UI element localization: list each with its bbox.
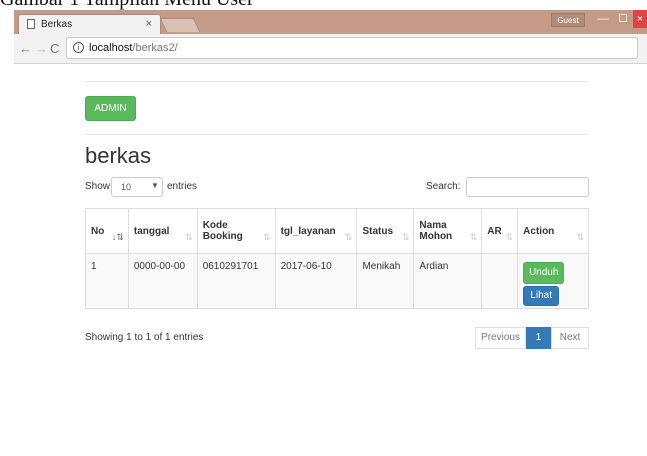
doc-icon [27, 19, 35, 29]
sort-icon: ⇅ [344, 232, 353, 242]
table-row: 1 0000-00-00 0610291701 2017-06-10 Menik… [85, 253, 589, 309]
pagination-page-1[interactable]: 1 [526, 327, 551, 349]
sort-icon: ⇅ [263, 232, 271, 242]
pagination-next[interactable]: Next [551, 327, 589, 349]
tab-close-icon[interactable]: × [146, 18, 152, 30]
back-icon[interactable]: ← [19, 41, 32, 56]
column-header-tanggal[interactable]: tanggal ⇅ [127, 208, 198, 254]
cell-tanggal: 0000-00-00 [127, 253, 198, 309]
sort-icon: ⇅ [576, 232, 584, 242]
admin-button[interactable]: ADMIN [85, 96, 136, 121]
table-info: Showing 1 to 1 of 1 entries [85, 332, 204, 343]
titlebar: Berkas × Guest — ☐ × [14, 10, 647, 34]
cell-kode-booking: 0610291701 [196, 253, 276, 309]
cell-ar [481, 253, 519, 309]
berkas-table: No ↓⇅ tanggal ⇅ Kode Booking ⇅ tgl_layanan ⇅… [85, 208, 589, 309]
cell-action: Unduh Lihat [517, 253, 589, 309]
browser-tab[interactable]: Berkas × [18, 14, 161, 34]
entries-value: 10 [121, 182, 132, 192]
forward-icon[interactable]: → [35, 41, 48, 56]
lihat-button[interactable]: Lihat [523, 286, 560, 306]
sort-icon: ⇅ [401, 232, 410, 242]
column-header-nama-mohon[interactable]: Nama Mohon ⇅ [413, 208, 483, 254]
info-icon[interactable]: i [73, 42, 84, 53]
column-header-status[interactable]: Status ⇅ [356, 208, 415, 254]
url-text: localhost/berkas2/ [89, 42, 178, 54]
url-path: /berkas2/ [132, 42, 178, 54]
cell-no: 1 [85, 253, 129, 309]
cell-status: Menikah [356, 253, 415, 309]
column-header-no[interactable]: No ↓⇅ [85, 208, 129, 254]
address-bar[interactable]: i localhost/berkas2/ [66, 37, 638, 59]
column-header-tgl-layanan[interactable]: tgl_layanan ⇅ [274, 208, 358, 254]
sort-asc-icon: ↓⇅ [111, 232, 124, 242]
cell-tgl-layanan: 2017-06-10 [274, 253, 358, 309]
cell-nama-mohon: Ardian [413, 253, 483, 309]
tab-title: Berkas [41, 19, 73, 30]
menu-icon[interactable]: ⋮ [642, 40, 647, 56]
column-header-action[interactable]: Action ⇅ [517, 208, 589, 254]
table-header-row: No ↓⇅ tanggal ⇅ Kode Booking ⇅ tgl_layanan ⇅… [85, 208, 589, 254]
guest-badge[interactable]: Guest [551, 13, 585, 27]
reload-icon[interactable]: C [50, 41, 59, 56]
sort-icon: ⇅ [185, 232, 193, 242]
page-content: ADMIN berkas Show 10 ▼ entries Search: N… [14, 64, 647, 456]
column-header-ar[interactable]: AR ⇅ [481, 208, 519, 254]
minimize-button[interactable]: — [593, 10, 613, 28]
search-input[interactable] [466, 177, 589, 197]
page-title: berkas [85, 143, 152, 168]
show-label: Show [85, 181, 111, 192]
top-divider [85, 81, 589, 82]
unduh-button[interactable]: Unduh [523, 262, 565, 284]
close-window-button[interactable]: × [633, 10, 647, 28]
browser-window: Berkas × Guest — ☐ × ← → C i localhost/b… [14, 10, 647, 456]
sort-icon: ⇅ [469, 232, 478, 242]
pagination-previous[interactable]: Previous [475, 327, 526, 349]
entries-select[interactable]: 10 ▼ [111, 177, 163, 197]
chevron-down-icon: ▼ [151, 181, 159, 190]
omnibar: ← → C i localhost/berkas2/ ⋮ [14, 34, 647, 64]
url-host: localhost [89, 42, 133, 54]
admin-divider [85, 134, 589, 135]
column-header-kode-booking[interactable]: Kode Booking ⇅ [196, 208, 276, 254]
sort-icon: ⇅ [505, 232, 514, 242]
new-tab-button[interactable] [159, 18, 201, 32]
maximize-button[interactable]: ☐ [613, 10, 633, 28]
search-label: Search: [426, 181, 461, 192]
entries-label: entries [167, 181, 198, 192]
